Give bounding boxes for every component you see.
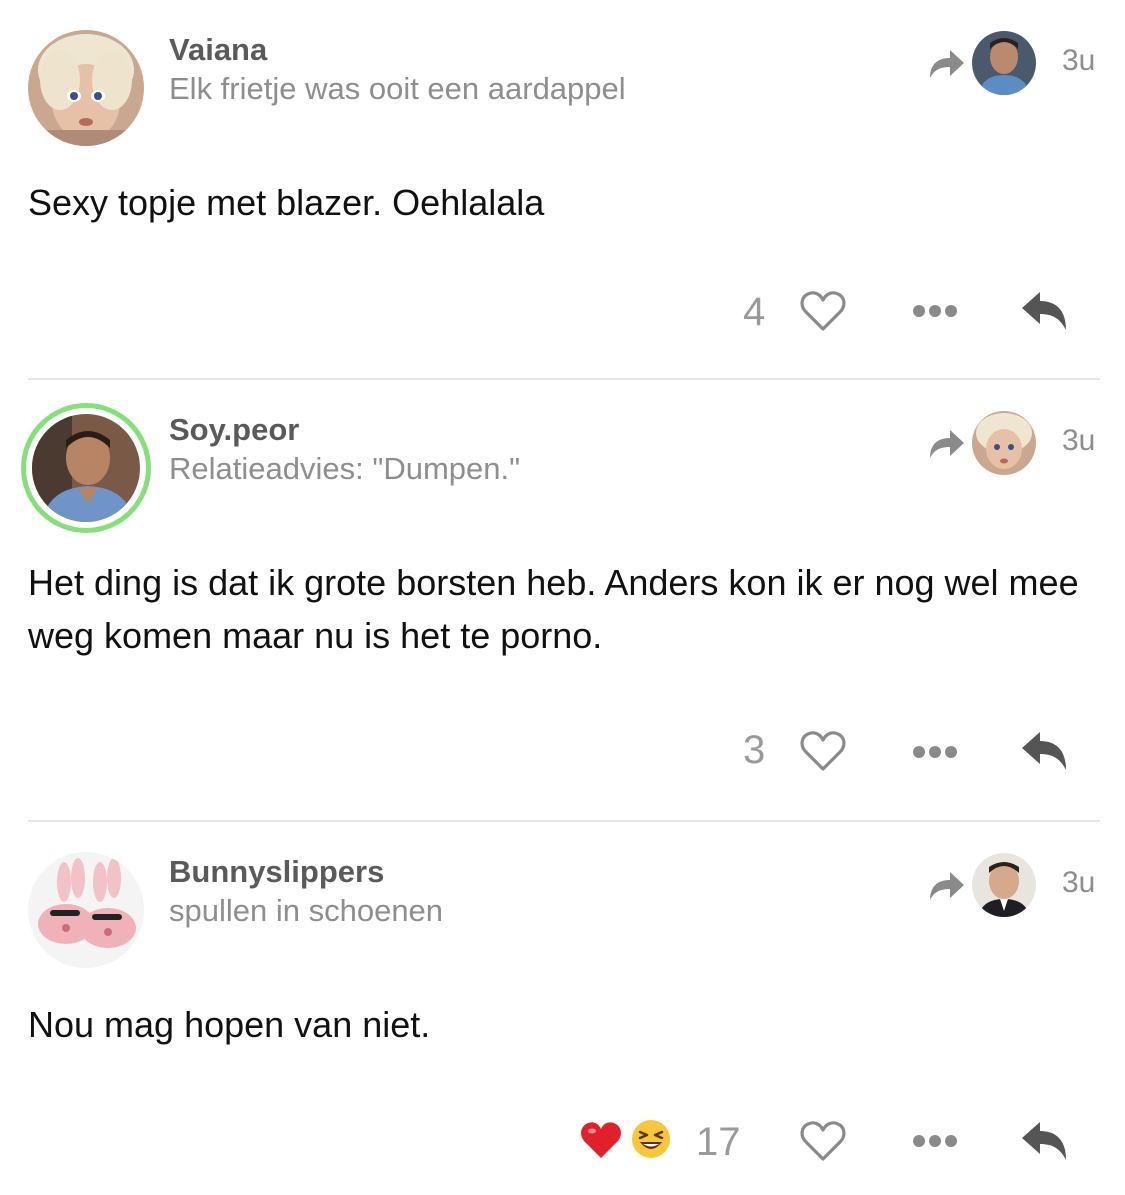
username[interactable]: Bunnyslippers (169, 854, 384, 890)
username[interactable]: Soy.peor (169, 412, 299, 448)
more-dots-icon[interactable] (912, 745, 958, 759)
avatar-vaiana[interactable] (28, 30, 144, 146)
avatar-shared-by[interactable] (972, 31, 1036, 95)
heart-outline-icon[interactable] (800, 290, 846, 332)
reply-arrow-icon[interactable] (1020, 730, 1068, 772)
like-count: 4 (743, 290, 766, 334)
user-bio: Relatieadvies: "Dumpen." (169, 451, 521, 486)
share-arrow-icon[interactable] (926, 426, 966, 462)
more-dots-icon[interactable] (912, 1134, 958, 1148)
post-soy-peor: Soy.peor Relatieadvies: "Dumpen." 3u Het… (0, 380, 1125, 822)
avatar-shared-by[interactable] (972, 853, 1036, 917)
reply-arrow-icon[interactable] (1020, 290, 1068, 332)
heart-outline-icon[interactable] (800, 730, 846, 772)
post-timestamp: 3u (1062, 424, 1096, 457)
post-bunnyslippers: Bunnyslippers spullen in schoenen 3u Nou… (0, 822, 1125, 1195)
heart-emoji-icon[interactable] (580, 1120, 622, 1160)
avatar-bunnyslippers[interactable] (28, 852, 144, 968)
share-arrow-icon[interactable] (926, 868, 966, 904)
username[interactable]: Vaiana (169, 32, 267, 68)
post-timestamp: 3u (1062, 866, 1096, 899)
post-text: Het ding is dat ik grote borsten heb. An… (28, 562, 1079, 656)
more-dots-icon[interactable] (912, 304, 958, 318)
post-text: Nou mag hopen van niet. (28, 1004, 431, 1045)
reply-arrow-icon[interactable] (1020, 1120, 1068, 1162)
laughing-emoji-icon[interactable] (630, 1118, 672, 1160)
avatar-soy-peor[interactable] (32, 414, 140, 522)
like-count: 3 (743, 728, 766, 772)
share-arrow-icon[interactable] (926, 46, 966, 82)
post-timestamp: 3u (1062, 44, 1096, 77)
heart-outline-icon[interactable] (800, 1120, 846, 1162)
post-text: Sexy topje met blazer. Oehlalala (28, 182, 545, 223)
avatar-shared-by[interactable] (972, 411, 1036, 475)
post-vaiana: Vaiana Elk frietje was ooit een aardappe… (0, 0, 1125, 380)
user-bio: Elk frietje was ooit een aardappel (169, 71, 626, 106)
like-count: 17 (696, 1120, 741, 1164)
user-bio: spullen in schoenen (169, 893, 444, 928)
